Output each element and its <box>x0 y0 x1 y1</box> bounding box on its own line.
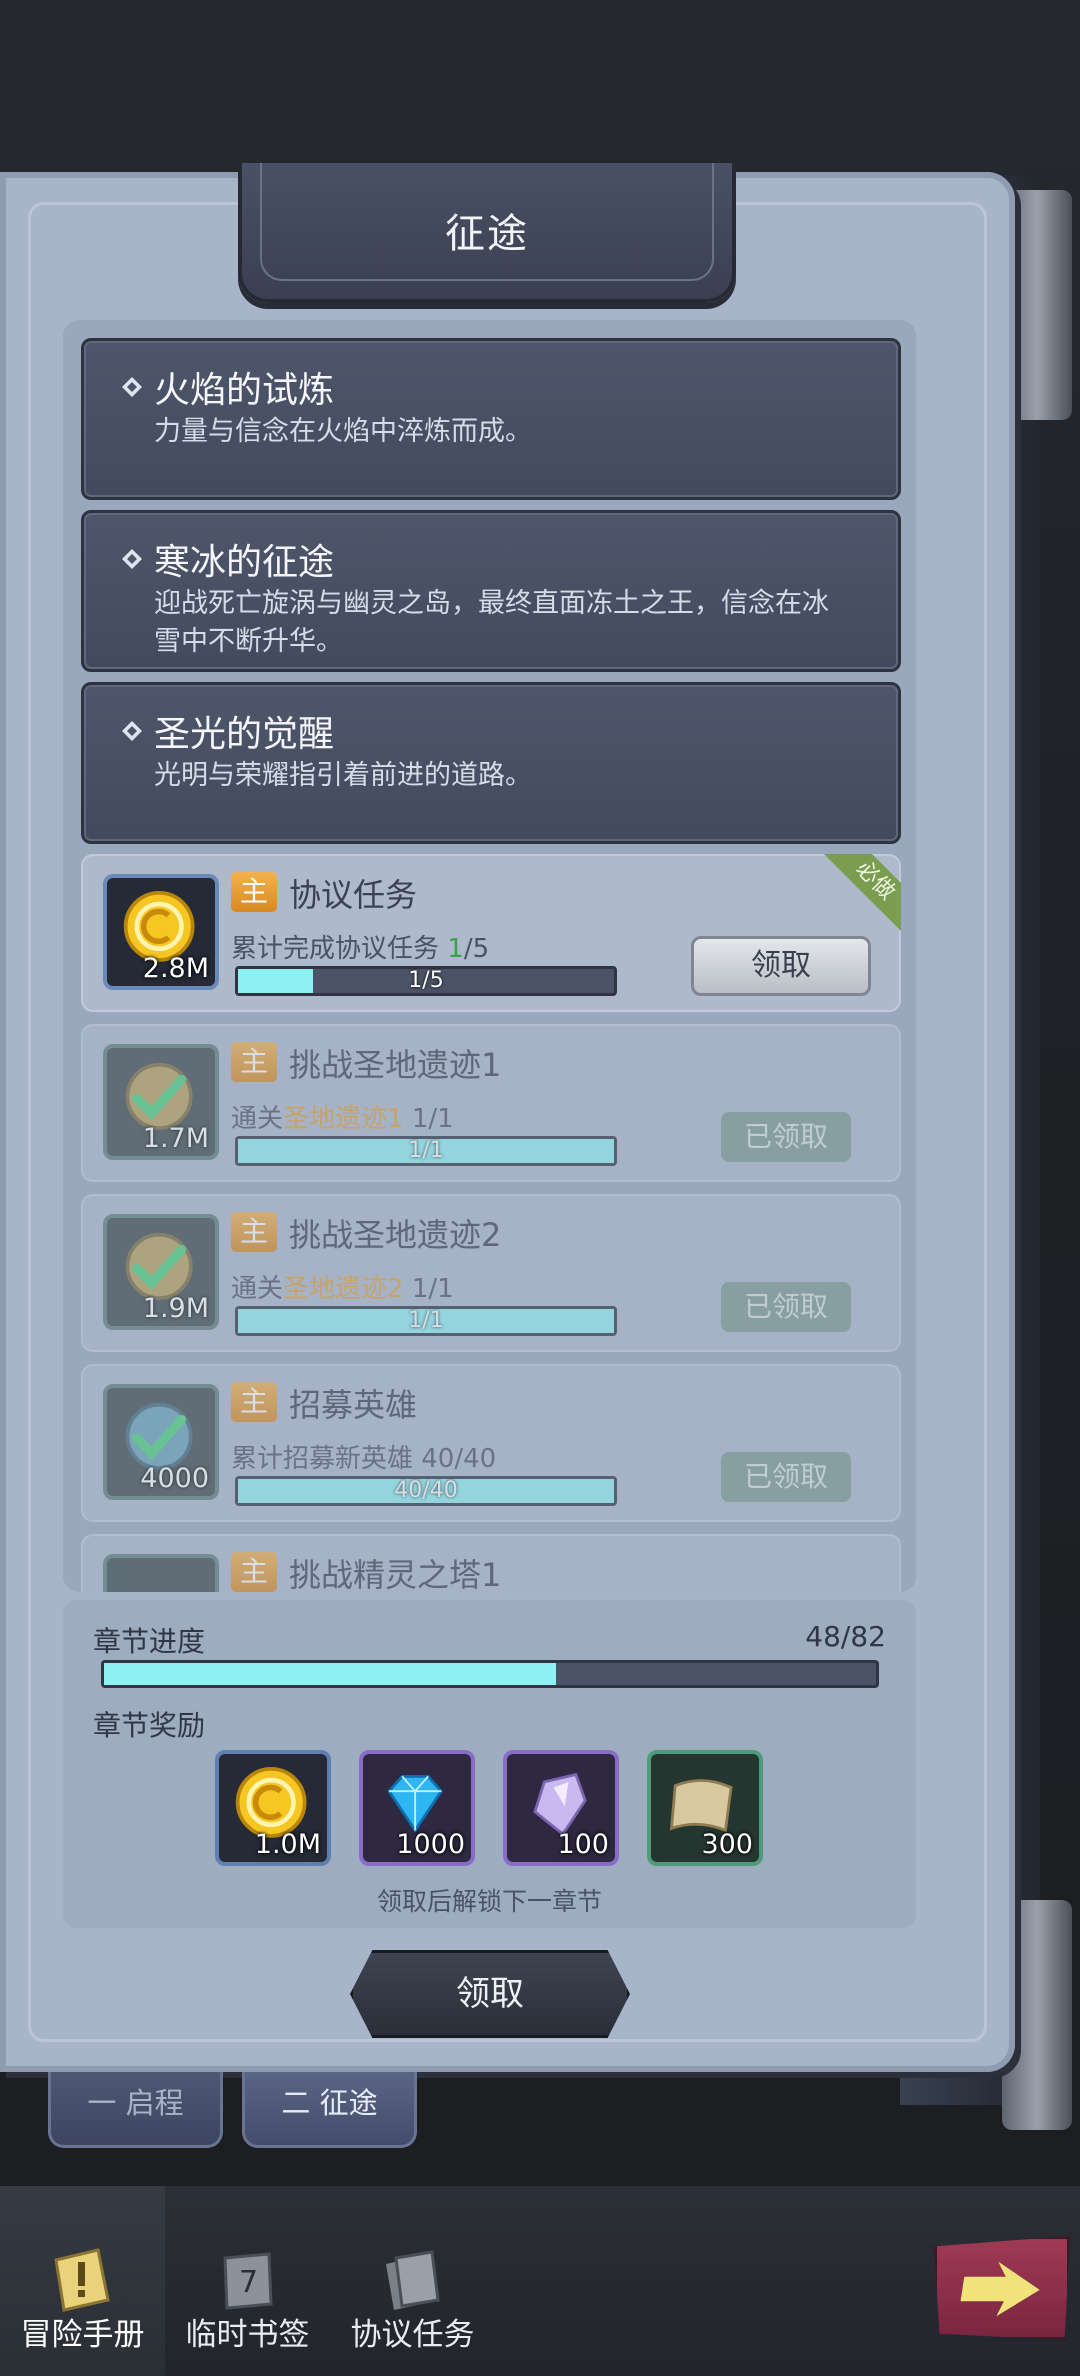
main-quest-badge: 主 <box>231 1552 277 1592</box>
desc-prefix: 通关 <box>231 1274 284 1304</box>
task-row: 1.9M 主 挑战圣地遗迹2 通关圣地遗迹2 1/1 1/1 已领取 <box>81 1194 901 1352</box>
desc-prefix: 通关 <box>231 1104 284 1134</box>
claimed-button: 已领取 <box>721 1112 851 1162</box>
chapter-reward-slot[interactable]: 1000 <box>359 1750 475 1866</box>
progress-text: 1/5 <box>408 968 444 993</box>
documents-icon <box>386 2250 440 2310</box>
handbook-icon <box>54 2248 110 2312</box>
task-desc: 通关圣地遗迹1 1/1 <box>231 1098 454 1135</box>
task-progress-bar: 1/1 <box>235 1306 617 1336</box>
main-quest-badge: 主 <box>231 872 277 912</box>
task-row: 4000 主 招募英雄 累计招募新英雄 40/40 40/40 已领取 <box>81 1364 901 1522</box>
task-reward-slot[interactable] <box>103 1554 219 1592</box>
next-arrow-button[interactable] <box>934 2236 1070 2340</box>
diamond-bullet-icon <box>122 377 142 397</box>
task-progress-bar: 1/1 <box>235 1136 617 1166</box>
claim-button[interactable]: 领取 <box>691 936 871 996</box>
chapter-title: 火焰的试炼 <box>154 370 335 411</box>
task-title: 招募英雄 <box>289 1386 418 1424</box>
desc-suffix: 1/1 <box>403 1104 454 1134</box>
chapter-progress-fill <box>104 1663 556 1685</box>
desc-location: 圣地遗迹1 <box>283 1104 404 1134</box>
task-row: 1.7M 主 挑战圣地遗迹1 通关圣地遗迹1 1/1 1/1 已领取 <box>81 1024 901 1182</box>
unlock-note: 领取后解锁下一章节 <box>376 1887 602 1916</box>
main-quest-badge: 主 <box>231 1382 277 1422</box>
task-row: 主 挑战精灵之塔1 <box>81 1534 901 1592</box>
tab-chapter-1[interactable]: 一 启程 <box>48 2072 223 2148</box>
chapter-card-2[interactable]: 寒冰的征途 迎战死亡旋涡与幽灵之岛，最终直面冻土之王，信念在冰雪中不断升华。 <box>81 510 901 672</box>
reward-amount: 1.7M <box>142 1123 209 1154</box>
progress-text: 1/1 <box>408 1138 444 1163</box>
desc-suffix: 1/1 <box>403 1274 454 1304</box>
calendar-bookmark-icon: 7 <box>223 2252 273 2310</box>
diamond-bullet-icon <box>122 721 142 741</box>
reward-amount: 1.9M <box>142 1293 209 1324</box>
chapter-reward-slot[interactable]: 1.0M <box>215 1750 331 1866</box>
task-progress-bar: 1/5 <box>235 966 617 996</box>
must-do-ribbon: 必做 <box>821 854 901 934</box>
chapter-title: 寒冰的征途 <box>154 542 335 583</box>
chapter-progress-label: 章节进度 <box>93 1625 206 1658</box>
nav-adventure-handbook[interactable]: 冒险手册 <box>0 2186 165 2376</box>
claimed-button: 已领取 <box>721 1282 851 1332</box>
desc-location: 圣地遗迹2 <box>283 1274 404 1304</box>
chapter-desc: 迎战死亡旋涡与幽灵之岛，最终直面冻土之王，信念在冰雪中不断升华。 <box>154 588 829 657</box>
task-title: 挑战圣地遗迹1 <box>289 1046 502 1084</box>
task-title: 挑战圣地遗迹2 <box>289 1216 502 1254</box>
nav-temp-bookmark[interactable]: 7 临时书签 <box>165 2186 330 2376</box>
progress-text: 40/40 <box>394 1478 458 1503</box>
task-desc: 通关圣地遗迹2 1/1 <box>231 1268 454 1305</box>
arrow-right-icon <box>960 2261 1040 2317</box>
nav-label: 协议任务 <box>350 2317 475 2353</box>
chapter-desc: 光明与荣耀指引着前进的道路。 <box>154 760 532 791</box>
task-reward-slot[interactable]: 1.7M <box>103 1044 219 1160</box>
nav-label: 冒险手册 <box>20 2317 145 2353</box>
chapter-list-panel[interactable]: 火焰的试炼 力量与信念在火焰中淬炼而成。 寒冰的征途 迎战死亡旋涡与幽灵之岛，最… <box>63 320 916 1592</box>
task-row: 2.8M 主 协议任务 累计完成协议任务 1/5 1/5 领取 必做 <box>81 854 901 1012</box>
task-desc: 累计招募新英雄 40/40 <box>231 1444 497 1474</box>
chapter-summary: 章节进度 48/82 章节奖励 1.0M 1000 100 300 领取后解锁下… <box>63 1600 916 1928</box>
reward-amount: 100 <box>557 1829 609 1860</box>
nav-label: 临时书签 <box>185 2317 310 2353</box>
chapter-reward-slot[interactable]: 300 <box>647 1750 763 1866</box>
chapter-desc: 力量与信念在火焰中淬炼而成。 <box>154 416 532 447</box>
nav-protocol-tasks[interactable]: 协议任务 <box>330 2186 495 2376</box>
must-do-corner: 必做 <box>821 854 901 934</box>
task-title: 挑战精灵之塔1 <box>289 1556 502 1592</box>
main-quest-badge: 主 <box>231 1212 277 1252</box>
reward-amount: 1.0M <box>254 1829 321 1860</box>
task-reward-slot[interactable]: 1.9M <box>103 1214 219 1330</box>
reward-amount: 1000 <box>396 1829 465 1860</box>
chapter-progress-value: 48/82 <box>805 1620 886 1653</box>
task-reward-slot[interactable]: 4000 <box>103 1384 219 1500</box>
task-progress-bar: 40/40 <box>235 1476 617 1506</box>
chapter-progress-bar <box>101 1660 879 1688</box>
task-title: 协议任务 <box>289 876 418 914</box>
reward-amount: 300 <box>701 1829 753 1860</box>
page-title: 征途 <box>445 211 529 257</box>
claimed-button: 已领取 <box>721 1452 851 1502</box>
desc-highlight: 1 <box>447 934 464 964</box>
main-quest-badge: 主 <box>231 1042 277 1082</box>
desc-suffix: /5 <box>463 934 490 964</box>
chapter-card-3[interactable]: 圣光的觉醒 光明与荣耀指引着前进的道路。 <box>81 682 901 844</box>
task-reward-slot[interactable]: 2.8M <box>103 874 219 990</box>
title-plate: 征途 <box>238 163 736 303</box>
svg-text:7: 7 <box>239 2265 258 2300</box>
diamond-bullet-icon <box>122 549 142 569</box>
bookmark-tabs: 一 启程 二 征途 <box>0 2072 1080 2152</box>
progress-text: 1/1 <box>408 1308 444 1333</box>
task-desc: 累计完成协议任务 1/5 <box>231 928 489 965</box>
reward-amount: 2.8M <box>142 953 209 984</box>
bottom-nav: 冒险手册 7 临时书签 协议任务 <box>0 2186 1080 2376</box>
tab-chapter-2[interactable]: 二 征途 <box>242 2072 417 2148</box>
chapter-title: 圣光的觉醒 <box>154 714 335 755</box>
chapter-claim-button[interactable]: 领取 <box>350 1950 630 2038</box>
chapter-reward-slot[interactable]: 100 <box>503 1750 619 1866</box>
desc-prefix: 累计完成协议任务 <box>231 934 448 964</box>
chapter-card-1[interactable]: 火焰的试炼 力量与信念在火焰中淬炼而成。 <box>81 338 901 500</box>
chapter-rewards-label: 章节奖励 <box>93 1709 206 1742</box>
reward-amount: 4000 <box>140 1463 209 1494</box>
